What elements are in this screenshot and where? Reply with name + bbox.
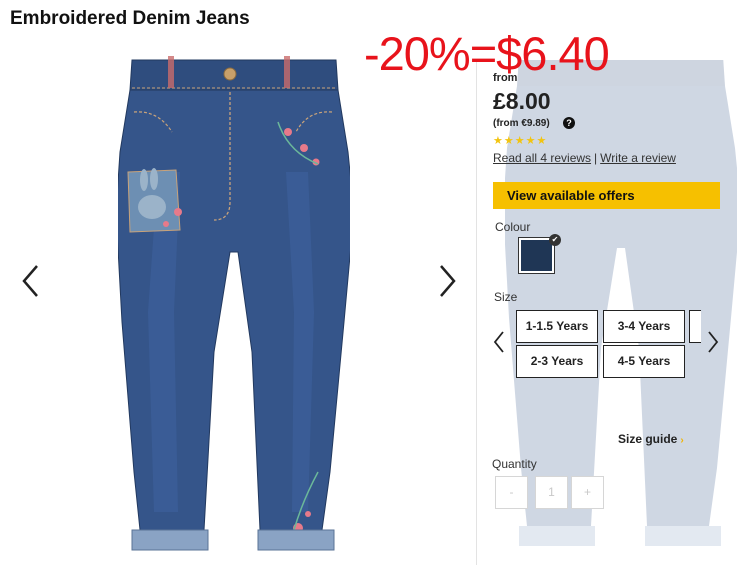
size-option[interactable]: 2-3 Years bbox=[516, 345, 598, 378]
chevron-left-icon bbox=[22, 265, 38, 297]
size-option[interactable]: 4-5 Years bbox=[603, 345, 685, 378]
selected-check-icon: ✔ bbox=[549, 234, 561, 246]
price: £8.00 bbox=[493, 88, 551, 114]
gallery-prev-button[interactable] bbox=[18, 262, 44, 300]
quantity-increase-button[interactable]: + bbox=[571, 476, 604, 509]
help-icon[interactable]: ? bbox=[563, 117, 575, 129]
write-review-link[interactable]: Write a review bbox=[600, 151, 676, 165]
product-details-panel: from £8.00 (from €9.89) ? ★★★★★ Read all… bbox=[476, 60, 745, 565]
size-guide-label: Size guide bbox=[618, 432, 678, 446]
size-prev-button[interactable] bbox=[493, 330, 505, 354]
reviews-links: Read all 4 reviews | Write a review bbox=[493, 151, 676, 165]
size-option-partial[interactable] bbox=[689, 310, 701, 343]
quantity-decrease-button[interactable]: - bbox=[495, 476, 528, 509]
secondary-price: (from €9.89) bbox=[493, 118, 550, 129]
page-title: Embroidered Denim Jeans bbox=[10, 8, 250, 29]
colour-label: Colour bbox=[495, 220, 531, 234]
size-option[interactable]: 1-1.5 Years bbox=[516, 310, 598, 343]
colour-swatch-navy[interactable] bbox=[518, 237, 555, 274]
view-offers-button[interactable]: View available offers bbox=[493, 182, 720, 209]
chevron-right-icon: › bbox=[680, 435, 684, 446]
quantity-label: Quantity bbox=[492, 457, 537, 471]
read-reviews-link[interactable]: Read all 4 reviews bbox=[493, 151, 591, 165]
size-next-button[interactable] bbox=[707, 330, 719, 354]
size-label: Size bbox=[494, 290, 518, 304]
chevron-right-icon bbox=[440, 265, 456, 297]
size-guide-link[interactable]: Size guide › bbox=[618, 432, 684, 446]
rating-stars: ★★★★★ bbox=[493, 135, 548, 147]
price-annotation: -20%=$6.40 bbox=[364, 27, 610, 80]
quantity-input[interactable]: 1 bbox=[535, 476, 568, 509]
product-image-gallery bbox=[0, 36, 478, 565]
size-option[interactable]: 3-4 Years bbox=[603, 310, 685, 343]
gallery-next-button[interactable] bbox=[434, 262, 460, 300]
reviews-separator: | bbox=[594, 151, 598, 165]
jeans-product-image bbox=[118, 56, 350, 551]
